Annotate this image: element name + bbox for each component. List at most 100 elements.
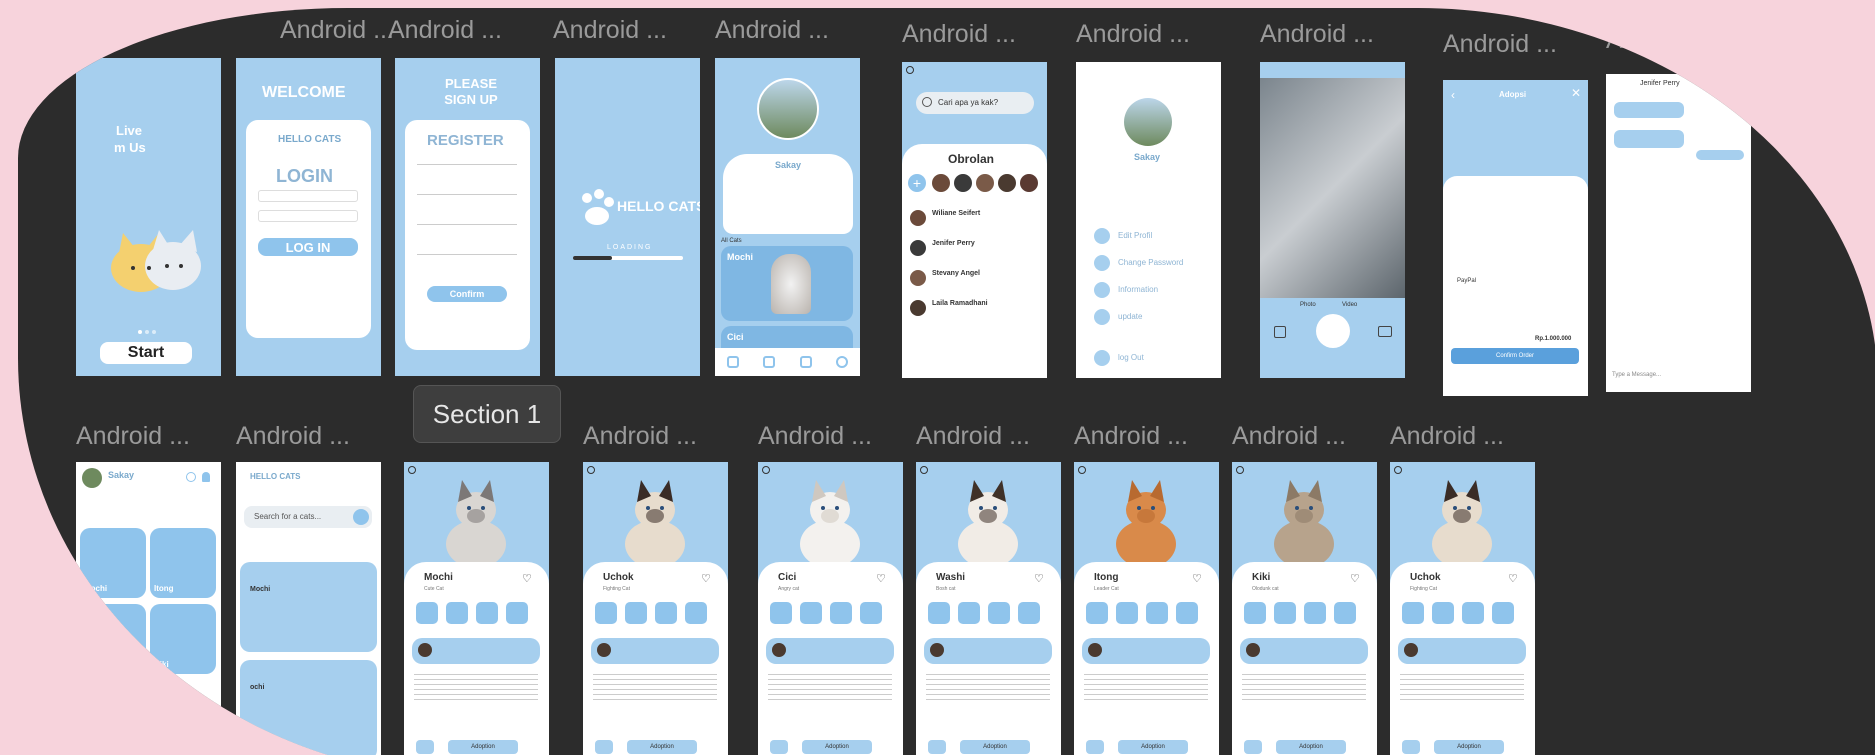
owner-card[interactable] [766,638,894,664]
frame-label[interactable]: Android ... [1606,26,1720,55]
owner-card[interactable] [1398,638,1526,664]
shutter-button[interactable] [1316,314,1350,348]
bell-icon[interactable] [202,472,210,482]
frame-label[interactable]: Android ... [1232,422,1346,451]
owner-card[interactable] [591,638,719,664]
frame-label[interactable]: Android ... [1074,422,1188,451]
chat-row[interactable]: Laila Ramadhani [910,298,1040,326]
frame-splash[interactable]: HELLO CATS LOADING [555,58,700,376]
confirm-button[interactable]: Confirm [427,286,507,302]
frame-settings[interactable]: Sakay Edit Profil Change Password Inform… [1076,62,1221,378]
frame-label[interactable]: Android ... [76,422,190,451]
camera-icon[interactable] [799,356,812,368]
video-icon[interactable] [1730,80,1740,87]
email-input[interactable] [417,194,517,195]
favorite-icon[interactable]: ♡ [876,572,886,585]
camera-viewfinder[interactable] [1260,78,1405,298]
section-tag[interactable]: Section 1 [413,385,561,443]
frame-cat-detail[interactable]: Itong Leader Cat ♡ Adoption [1074,462,1219,755]
frame-label[interactable]: Android ... [280,16,394,45]
close-icon[interactable]: ✕ [1571,86,1581,100]
adoption-button[interactable]: Adoption [448,740,518,754]
frame-label[interactable]: Android ... [388,16,502,45]
back-icon[interactable] [587,466,595,474]
frame-cat-detail[interactable]: Cici Angry cat ♡ Adoption [758,462,903,755]
frame-label[interactable]: Android ... [236,422,350,451]
back-icon[interactable] [920,466,928,474]
frame-label[interactable]: Android ... [1390,422,1504,451]
owner-card[interactable] [1082,638,1210,664]
cat-tile[interactable]: Kiki [150,604,216,674]
back-icon[interactable] [762,466,770,474]
result-card[interactable]: Mochi [240,562,377,652]
chat-owner-button[interactable] [1402,740,1420,754]
frame-label[interactable]: Android ... [583,422,697,451]
password-input[interactable] [417,254,517,255]
favorite-icon[interactable]: ♡ [1192,572,1202,585]
cat-card-mochi[interactable]: Mochi [721,246,853,321]
frame-label[interactable]: Android ... [758,422,872,451]
adoption-button[interactable]: Adoption [960,740,1030,754]
frame-label[interactable]: Android ... [553,16,667,45]
search-box[interactable]: Cari apa ya kak? [916,92,1034,114]
back-icon[interactable] [408,466,416,474]
frame-cat-detail[interactable]: Uchok Fighting Cat ♡ Adoption [583,462,728,755]
owner-card[interactable] [412,638,540,664]
adoption-button[interactable]: Adoption [1118,740,1188,754]
back-icon[interactable] [1394,466,1402,474]
favorite-icon[interactable]: ♡ [701,572,711,585]
owner-card[interactable] [924,638,1052,664]
name-input[interactable] [417,164,517,165]
home-icon[interactable] [727,356,740,368]
video-mode[interactable]: Video [1342,302,1357,308]
chat-row[interactable]: Jenifer Perry [910,238,1040,266]
chat-owner-button[interactable] [595,740,613,754]
frame-onboarding[interactable]: Live m Us Start [76,58,221,376]
phone-input[interactable] [417,224,517,225]
adoption-button[interactable]: Adoption [627,740,697,754]
frame-signup[interactable]: PLEASE SIGN UP REGISTER Confirm [395,58,540,376]
user-icon[interactable] [835,356,848,368]
frame-search[interactable]: HELLO CATS Search for a cats... Mochi oc… [236,462,381,755]
story-avatar[interactable] [1020,174,1038,192]
chat-owner-button[interactable] [1244,740,1262,754]
adoption-button[interactable]: Adoption [1434,740,1504,754]
story-avatar[interactable] [998,174,1016,192]
story-avatar[interactable] [954,174,972,192]
menu-logout[interactable]: log Out [1094,344,1183,371]
frame-cat-detail[interactable]: Mochi Cute Cat ♡ Adoption [404,462,549,755]
frame-cat-detail[interactable]: Washi Bosh cat ♡ Adoption [916,462,1061,755]
login-button[interactable]: LOG IN [258,238,358,256]
chat-owner-button[interactable] [770,740,788,754]
confirm-order-button[interactable]: Confirm Order [1451,348,1579,364]
frame-chat-list[interactable]: Cari apa ya kak? Obrolan + Wiliane Seife… [902,62,1047,378]
add-chat-button[interactable]: + [908,174,926,192]
favorite-icon[interactable]: ♡ [1350,572,1360,585]
menu-change-password[interactable]: Change Password [1094,249,1183,276]
adoption-button[interactable]: Adoption [1276,740,1346,754]
back-icon[interactable] [906,66,914,74]
frame-label[interactable]: Android ... [1076,20,1190,49]
cat-tile[interactable]: Mochi [80,528,146,598]
story-avatar[interactable] [932,174,950,192]
message-input[interactable]: Type a Message... [1612,372,1722,386]
start-button[interactable]: Start [100,342,192,364]
paypal-option[interactable]: PayPal [1457,278,1476,284]
frame-label[interactable]: Android ... [916,422,1030,451]
search-input[interactable]: Search for a cats... [244,506,372,528]
frame-camera[interactable]: Photo Video [1260,62,1405,378]
adoption-button[interactable]: Adoption [802,740,872,754]
frame-cat-detail[interactable]: Uchok Fighting Cat ♡ Adoption [1390,462,1535,755]
menu-edit-profile[interactable]: Edit Profil [1094,222,1183,249]
back-icon[interactable] [1078,466,1086,474]
chat-row[interactable]: Wiliane Seifert [910,208,1040,236]
result-card[interactable]: ochi [240,660,377,755]
search-icon[interactable] [353,509,369,525]
paw-nav-icon[interactable] [763,356,776,368]
favorite-icon[interactable]: ♡ [1034,572,1044,585]
chat-row[interactable]: Stevany Angel [910,268,1040,296]
folder-icon[interactable] [1378,326,1392,337]
chat-owner-button[interactable] [416,740,434,754]
back-icon[interactable]: ‹ [1451,88,1455,102]
frame-home[interactable]: Sakay Mochi Itong Kiki [76,462,221,755]
